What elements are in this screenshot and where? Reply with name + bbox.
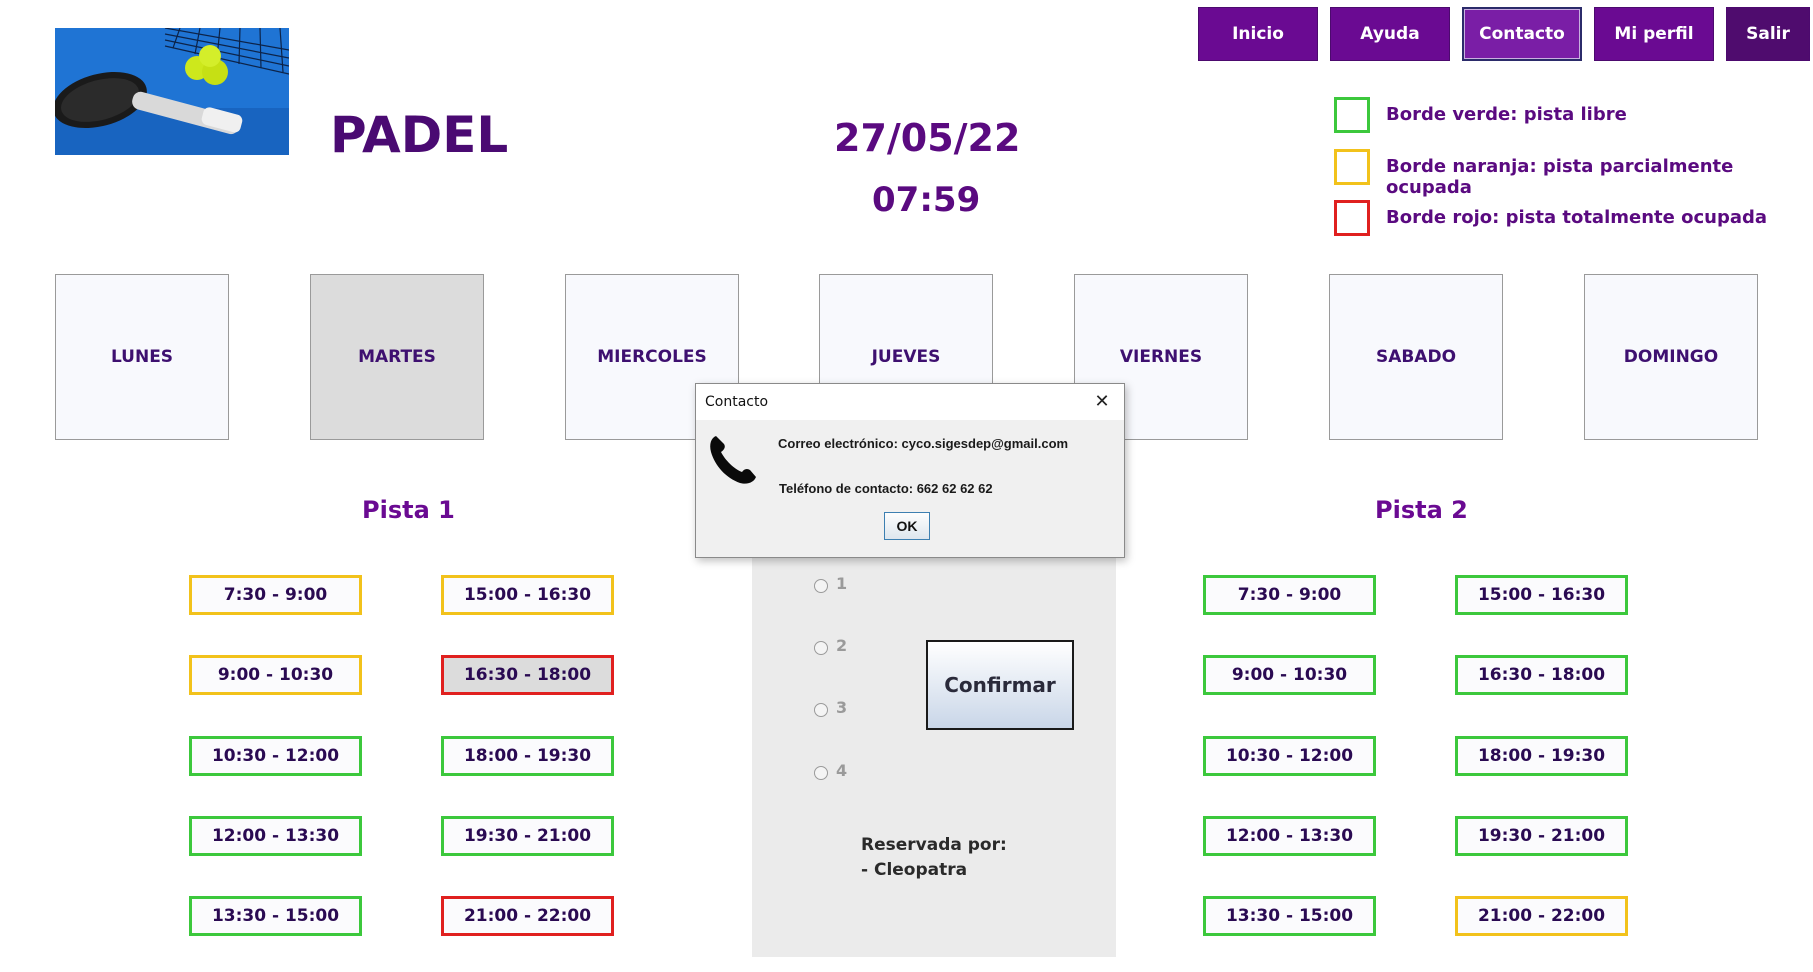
reserved-title: Reservada por: <box>861 835 1007 855</box>
phone-icon <box>708 432 760 486</box>
option-radio-4[interactable] <box>814 766 828 780</box>
pista2-slot[interactable]: 10:30 - 12:00 <box>1203 736 1376 776</box>
pista1-slot[interactable]: 18:00 - 19:30 <box>441 736 614 776</box>
legend-red-label: Borde rojo: pista totalmente ocupada <box>1386 207 1768 228</box>
pista1-slot[interactable]: 21:00 - 22:00 <box>441 896 614 936</box>
legend-red-swatch <box>1334 200 1370 236</box>
option-radio-3[interactable] <box>814 703 828 717</box>
dialog-title: Contacto <box>705 394 769 410</box>
nav-ayuda-button[interactable]: Ayuda <box>1330 7 1450 61</box>
pista2-slot[interactable]: 19:30 - 21:00 <box>1455 816 1628 856</box>
pista2-slot[interactable]: 9:00 - 10:30 <box>1203 655 1376 695</box>
nav-inicio-button[interactable]: Inicio <box>1198 7 1318 61</box>
pista1-slot-selected[interactable]: 16:30 - 18:00 <box>441 655 614 695</box>
reservation-panel <box>752 555 1116 957</box>
pista2-slot[interactable]: 16:30 - 18:00 <box>1455 655 1628 695</box>
legend-green-label: Borde verde: pista libre <box>1386 104 1627 125</box>
legend-orange-label: Borde naranja: pista parcialmente ocupad… <box>1386 156 1734 198</box>
pista1-slot[interactable]: 15:00 - 16:30 <box>441 575 614 615</box>
day-martes-button[interactable]: MARTES <box>310 274 484 440</box>
dialog-email-text: Correo electrónico: cyco.sigesdep@gmail.… <box>778 436 1069 451</box>
reserved-by: - Cleopatra <box>861 860 968 880</box>
option-label-2: 2 <box>836 636 848 655</box>
nav-salir-button[interactable]: Salir <box>1726 7 1810 61</box>
pista2-slot[interactable]: 13:30 - 15:00 <box>1203 896 1376 936</box>
pista2-slot[interactable]: 21:00 - 22:00 <box>1455 896 1628 936</box>
day-sabado-button[interactable]: SABADO <box>1329 274 1503 440</box>
dialog-ok-button[interactable]: OK <box>884 512 930 540</box>
option-label-1: 1 <box>836 574 848 593</box>
pista1-slot[interactable]: 19:30 - 21:00 <box>441 816 614 856</box>
day-domingo-button[interactable]: DOMINGO <box>1584 274 1758 440</box>
pista2-slot[interactable]: 12:00 - 13:30 <box>1203 816 1376 856</box>
pista1-slot[interactable]: 7:30 - 9:00 <box>189 575 362 615</box>
current-date: 27/05/22 <box>834 116 1021 160</box>
confirm-button[interactable]: Confirmar <box>926 640 1074 730</box>
option-label-4: 4 <box>836 761 848 780</box>
pista1-slot[interactable]: 12:00 - 13:30 <box>189 816 362 856</box>
page-title: PADEL <box>330 106 509 164</box>
pista2-slot[interactable]: 7:30 - 9:00 <box>1203 575 1376 615</box>
dialog-titlebar[interactable]: Contacto ✕ <box>696 384 1124 420</box>
pista2-slot[interactable]: 18:00 - 19:30 <box>1455 736 1628 776</box>
pista1-label: Pista 1 <box>362 496 455 524</box>
padel-logo-image <box>55 28 289 155</box>
legend-green-swatch <box>1334 97 1370 133</box>
close-icon[interactable]: ✕ <box>1090 390 1114 414</box>
contact-dialog: Contacto ✕ Correo electrónico: cyco.sige… <box>695 383 1125 558</box>
pista1-slot[interactable]: 9:00 - 10:30 <box>189 655 362 695</box>
day-lunes-button[interactable]: LUNES <box>55 274 229 440</box>
option-radio-2[interactable] <box>814 641 828 655</box>
option-radio-1[interactable] <box>814 579 828 593</box>
pista1-slot[interactable]: 13:30 - 15:00 <box>189 896 362 936</box>
nav-contacto-button[interactable]: Contacto <box>1462 7 1582 61</box>
pista1-slot[interactable]: 10:30 - 12:00 <box>189 736 362 776</box>
pista2-label: Pista 2 <box>1375 496 1468 524</box>
nav-perfil-button[interactable]: Mi perfil <box>1594 7 1714 61</box>
option-label-3: 3 <box>836 698 848 717</box>
dialog-phone-text: Teléfono de contacto: 662 62 62 62 <box>779 481 993 496</box>
pista2-slot[interactable]: 15:00 - 16:30 <box>1455 575 1628 615</box>
current-time: 07:59 <box>872 180 981 220</box>
legend-orange-swatch <box>1334 149 1370 185</box>
